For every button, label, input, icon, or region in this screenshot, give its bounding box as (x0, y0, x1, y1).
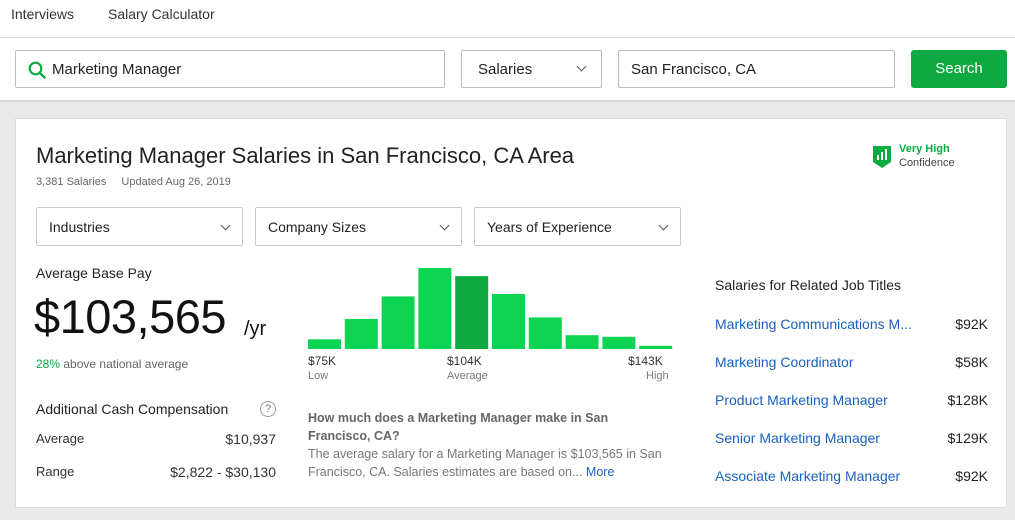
location-value: San Francisco, CA (631, 61, 757, 78)
cash-range-value: $2,822 - $30,130 (170, 464, 276, 480)
related-row: Product Marketing Manager $128K (715, 392, 988, 410)
top-nav: Interviews Salary Calculator (0, 0, 1015, 38)
cash-average-label: Average (36, 431, 85, 446)
location-input[interactable]: San Francisco, CA (618, 50, 895, 88)
national-text: above national average (63, 357, 189, 371)
related-salary: $92K (955, 468, 988, 484)
histogram-bar (565, 335, 599, 349)
filter-years-experience[interactable]: Years of Experience (474, 207, 681, 246)
axis-average-value: $104K (447, 354, 482, 368)
more-link[interactable]: More (586, 465, 614, 479)
salary-meta: 3,381 Salaries Updated Aug 26, 2019 (36, 176, 243, 188)
related-row: Marketing Communications M... $92K (715, 316, 988, 334)
related-job-link[interactable]: Associate Marketing Manager (715, 468, 900, 484)
help-icon[interactable]: ? (260, 401, 276, 417)
related-job-link[interactable]: Marketing Coordinator (715, 354, 854, 370)
histogram-bar (602, 336, 636, 349)
chevron-down-icon (576, 61, 587, 72)
salary-histogram (308, 268, 673, 349)
confidence-label: Confidence (899, 157, 955, 169)
type-select-value: Salaries (478, 61, 533, 78)
histogram-bar (639, 345, 673, 349)
chevron-down-icon (439, 220, 450, 231)
axis-average-label: Average (447, 370, 488, 382)
salary-count: 3,381 Salaries (36, 176, 107, 188)
search-query: Marketing Manager (52, 61, 182, 78)
average-pay-unit: /yr (244, 318, 267, 340)
updated-date: Updated Aug 26, 2019 (121, 176, 231, 188)
histogram-bar (492, 293, 525, 349)
faq-question: How much does a Marketing Manager make i… (308, 411, 609, 443)
salary-card: Marketing Manager Salaries in San Franci… (15, 118, 1007, 508)
related-job-link[interactable]: Senior Marketing Manager (715, 430, 880, 446)
related-salary: $58K (955, 354, 988, 370)
related-titles-heading: Salaries for Related Job Titles (715, 277, 901, 293)
histogram-bar (381, 296, 415, 349)
filter-company-sizes-label: Company Sizes (268, 219, 367, 235)
related-salary: $92K (955, 316, 988, 332)
confidence-level: Very High (899, 143, 950, 155)
search-bar: Marketing Manager Salaries San Francisco… (0, 38, 1015, 102)
filter-company-sizes[interactable]: Company Sizes (255, 207, 462, 246)
search-button[interactable]: Search (911, 50, 1007, 88)
cash-range-label: Range (36, 464, 75, 479)
histogram-bar (528, 317, 562, 349)
filter-industries-label: Industries (49, 219, 110, 235)
average-pay-value: $103,565 (34, 290, 227, 343)
axis-low-value: $75K (308, 354, 337, 368)
chevron-down-icon (658, 220, 669, 231)
related-row: Marketing Coordinator $58K (715, 354, 988, 372)
related-salary: $129K (947, 430, 988, 446)
national-percent: 28% (36, 357, 61, 371)
chevron-down-icon (220, 220, 231, 231)
national-comparison: 28% above national average (36, 357, 188, 371)
axis-low-label: Low (308, 370, 329, 382)
cash-compensation-title: Additional Cash Compensation (36, 401, 229, 417)
cash-average-value: $10,937 (225, 431, 276, 447)
related-row: Associate Marketing Manager $92K (715, 468, 988, 486)
related-salary: $128K (947, 392, 988, 408)
histogram-bar-average (455, 276, 489, 349)
axis-high-value: $143K (628, 354, 663, 368)
page-title: Marketing Manager Salaries in San Franci… (36, 143, 575, 168)
related-row: Senior Marketing Manager $129K (715, 430, 988, 448)
nav-salary-calculator[interactable]: Salary Calculator (108, 6, 215, 22)
bar-chart-badge-icon (873, 146, 891, 168)
filter-industries[interactable]: Industries (36, 207, 243, 246)
related-job-link[interactable]: Marketing Communications M... (715, 316, 912, 332)
histogram-bar (308, 339, 341, 349)
confidence-badge: Very High Confidence (872, 143, 982, 169)
search-input[interactable]: Marketing Manager (15, 50, 445, 88)
faq-answer: The average salary for a Marketing Manag… (308, 445, 678, 481)
type-select[interactable]: Salaries (461, 50, 602, 88)
nav-interviews[interactable]: Interviews (11, 6, 74, 22)
axis-high-label: High (646, 370, 669, 382)
filter-years-experience-label: Years of Experience (487, 219, 612, 235)
histogram-bar (418, 268, 452, 349)
search-icon (28, 61, 46, 79)
histogram-bar (344, 319, 378, 349)
average-pay-label: Average Base Pay (36, 265, 152, 281)
related-job-link[interactable]: Product Marketing Manager (715, 392, 888, 408)
